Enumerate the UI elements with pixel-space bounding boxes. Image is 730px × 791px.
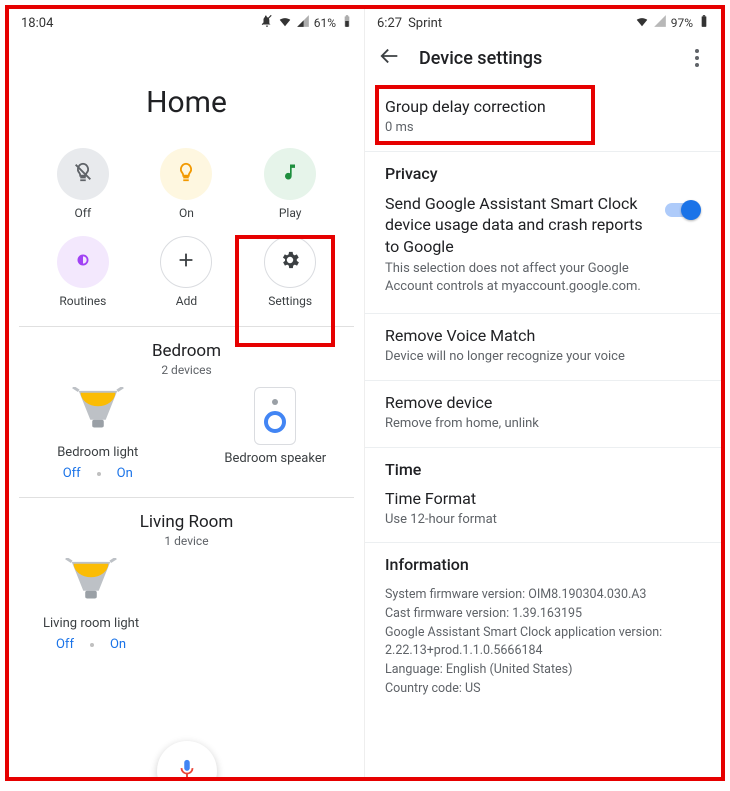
more-icon[interactable] bbox=[687, 49, 707, 67]
device-bedroom-light[interactable]: Bedroom light Off On bbox=[9, 387, 187, 481]
wifi-icon bbox=[635, 14, 649, 32]
signal-icon bbox=[296, 14, 310, 32]
info-line: System firmware version: OIM8.190304.030… bbox=[385, 586, 701, 605]
bulb-icon bbox=[62, 558, 120, 610]
off-button[interactable]: Off bbox=[63, 466, 81, 481]
signal-icon bbox=[653, 14, 667, 32]
privacy-section: Privacy Send Google Assistant Smart Cloc… bbox=[365, 152, 721, 315]
action-play[interactable]: Play bbox=[250, 148, 330, 220]
back-icon[interactable] bbox=[379, 45, 401, 71]
lightbulb-off-icon bbox=[72, 161, 94, 187]
action-on[interactable]: On bbox=[146, 148, 226, 220]
settings-header: Device settings bbox=[365, 35, 721, 85]
info-line: Language: English (United States) bbox=[385, 661, 701, 680]
plus-icon bbox=[175, 249, 197, 275]
home-screen: 18:04 61% Home bbox=[9, 9, 365, 777]
action-off[interactable]: Off bbox=[43, 148, 123, 220]
information-section: Information System firmware version: OIM… bbox=[365, 543, 721, 713]
remove-device[interactable]: Remove device Remove from home, unlink bbox=[365, 381, 721, 448]
dnd-icon bbox=[260, 14, 274, 32]
status-time: 18:04 bbox=[21, 16, 53, 31]
on-button[interactable]: On bbox=[117, 466, 133, 481]
speaker-icon bbox=[254, 387, 296, 445]
remove-voice-match[interactable]: Remove Voice Match Device will no longer… bbox=[365, 314, 721, 381]
action-add[interactable]: Add bbox=[146, 236, 226, 308]
music-note-icon bbox=[280, 162, 300, 186]
battery-percent: 61% bbox=[314, 16, 336, 30]
page-title: Home bbox=[9, 85, 364, 120]
separator-dot bbox=[97, 472, 101, 476]
wifi-icon bbox=[278, 14, 292, 32]
device-bedroom-speaker[interactable]: Bedroom speaker bbox=[187, 387, 365, 481]
status-carrier: Sprint bbox=[408, 16, 442, 31]
info-line: 2.22.13+prod.1.1.0.5666184 bbox=[385, 642, 701, 661]
time-section[interactable]: Time Time Format Use 12-hour format bbox=[365, 448, 721, 544]
room-living-header[interactable]: Living Room 1 device bbox=[9, 498, 364, 550]
battery-percent: 97% bbox=[671, 16, 693, 30]
device-living-light[interactable]: Living room light Off On bbox=[43, 558, 139, 652]
info-line: Cast firmware version: 1.39.163195 bbox=[385, 605, 701, 624]
battery-icon bbox=[697, 14, 711, 32]
routines-icon bbox=[72, 249, 94, 275]
action-grid: Off On Play Routines bbox=[9, 148, 364, 326]
privacy-toggle-row[interactable]: Send Google Assistant Smart Clock device… bbox=[385, 193, 701, 296]
bulb-icon bbox=[69, 387, 127, 439]
group-delay-setting[interactable]: Group delay correction 0 ms bbox=[365, 85, 721, 152]
on-button[interactable]: On bbox=[110, 637, 126, 652]
lightbulb-on-icon bbox=[175, 161, 197, 187]
info-line: Country code: US bbox=[385, 680, 701, 699]
device-settings-screen: 6:27 Sprint 97% Device settings bbox=[365, 9, 721, 777]
action-settings[interactable]: Settings bbox=[250, 236, 330, 308]
battery-icon bbox=[340, 14, 354, 32]
status-bar-left: 18:04 61% bbox=[9, 9, 364, 35]
separator-dot bbox=[90, 643, 94, 647]
status-time: 6:27 bbox=[377, 16, 402, 31]
status-bar-right: 6:27 Sprint 97% bbox=[365, 9, 721, 35]
off-button[interactable]: Off bbox=[56, 637, 74, 652]
info-line: Google Assistant Smart Clock application… bbox=[385, 624, 701, 643]
room-bedroom-header[interactable]: Bedroom 2 devices bbox=[9, 327, 364, 379]
privacy-switch[interactable] bbox=[665, 203, 701, 217]
gear-icon bbox=[279, 249, 301, 275]
action-routines[interactable]: Routines bbox=[43, 236, 123, 308]
mic-fab[interactable] bbox=[157, 741, 217, 777]
mic-icon bbox=[176, 758, 198, 777]
